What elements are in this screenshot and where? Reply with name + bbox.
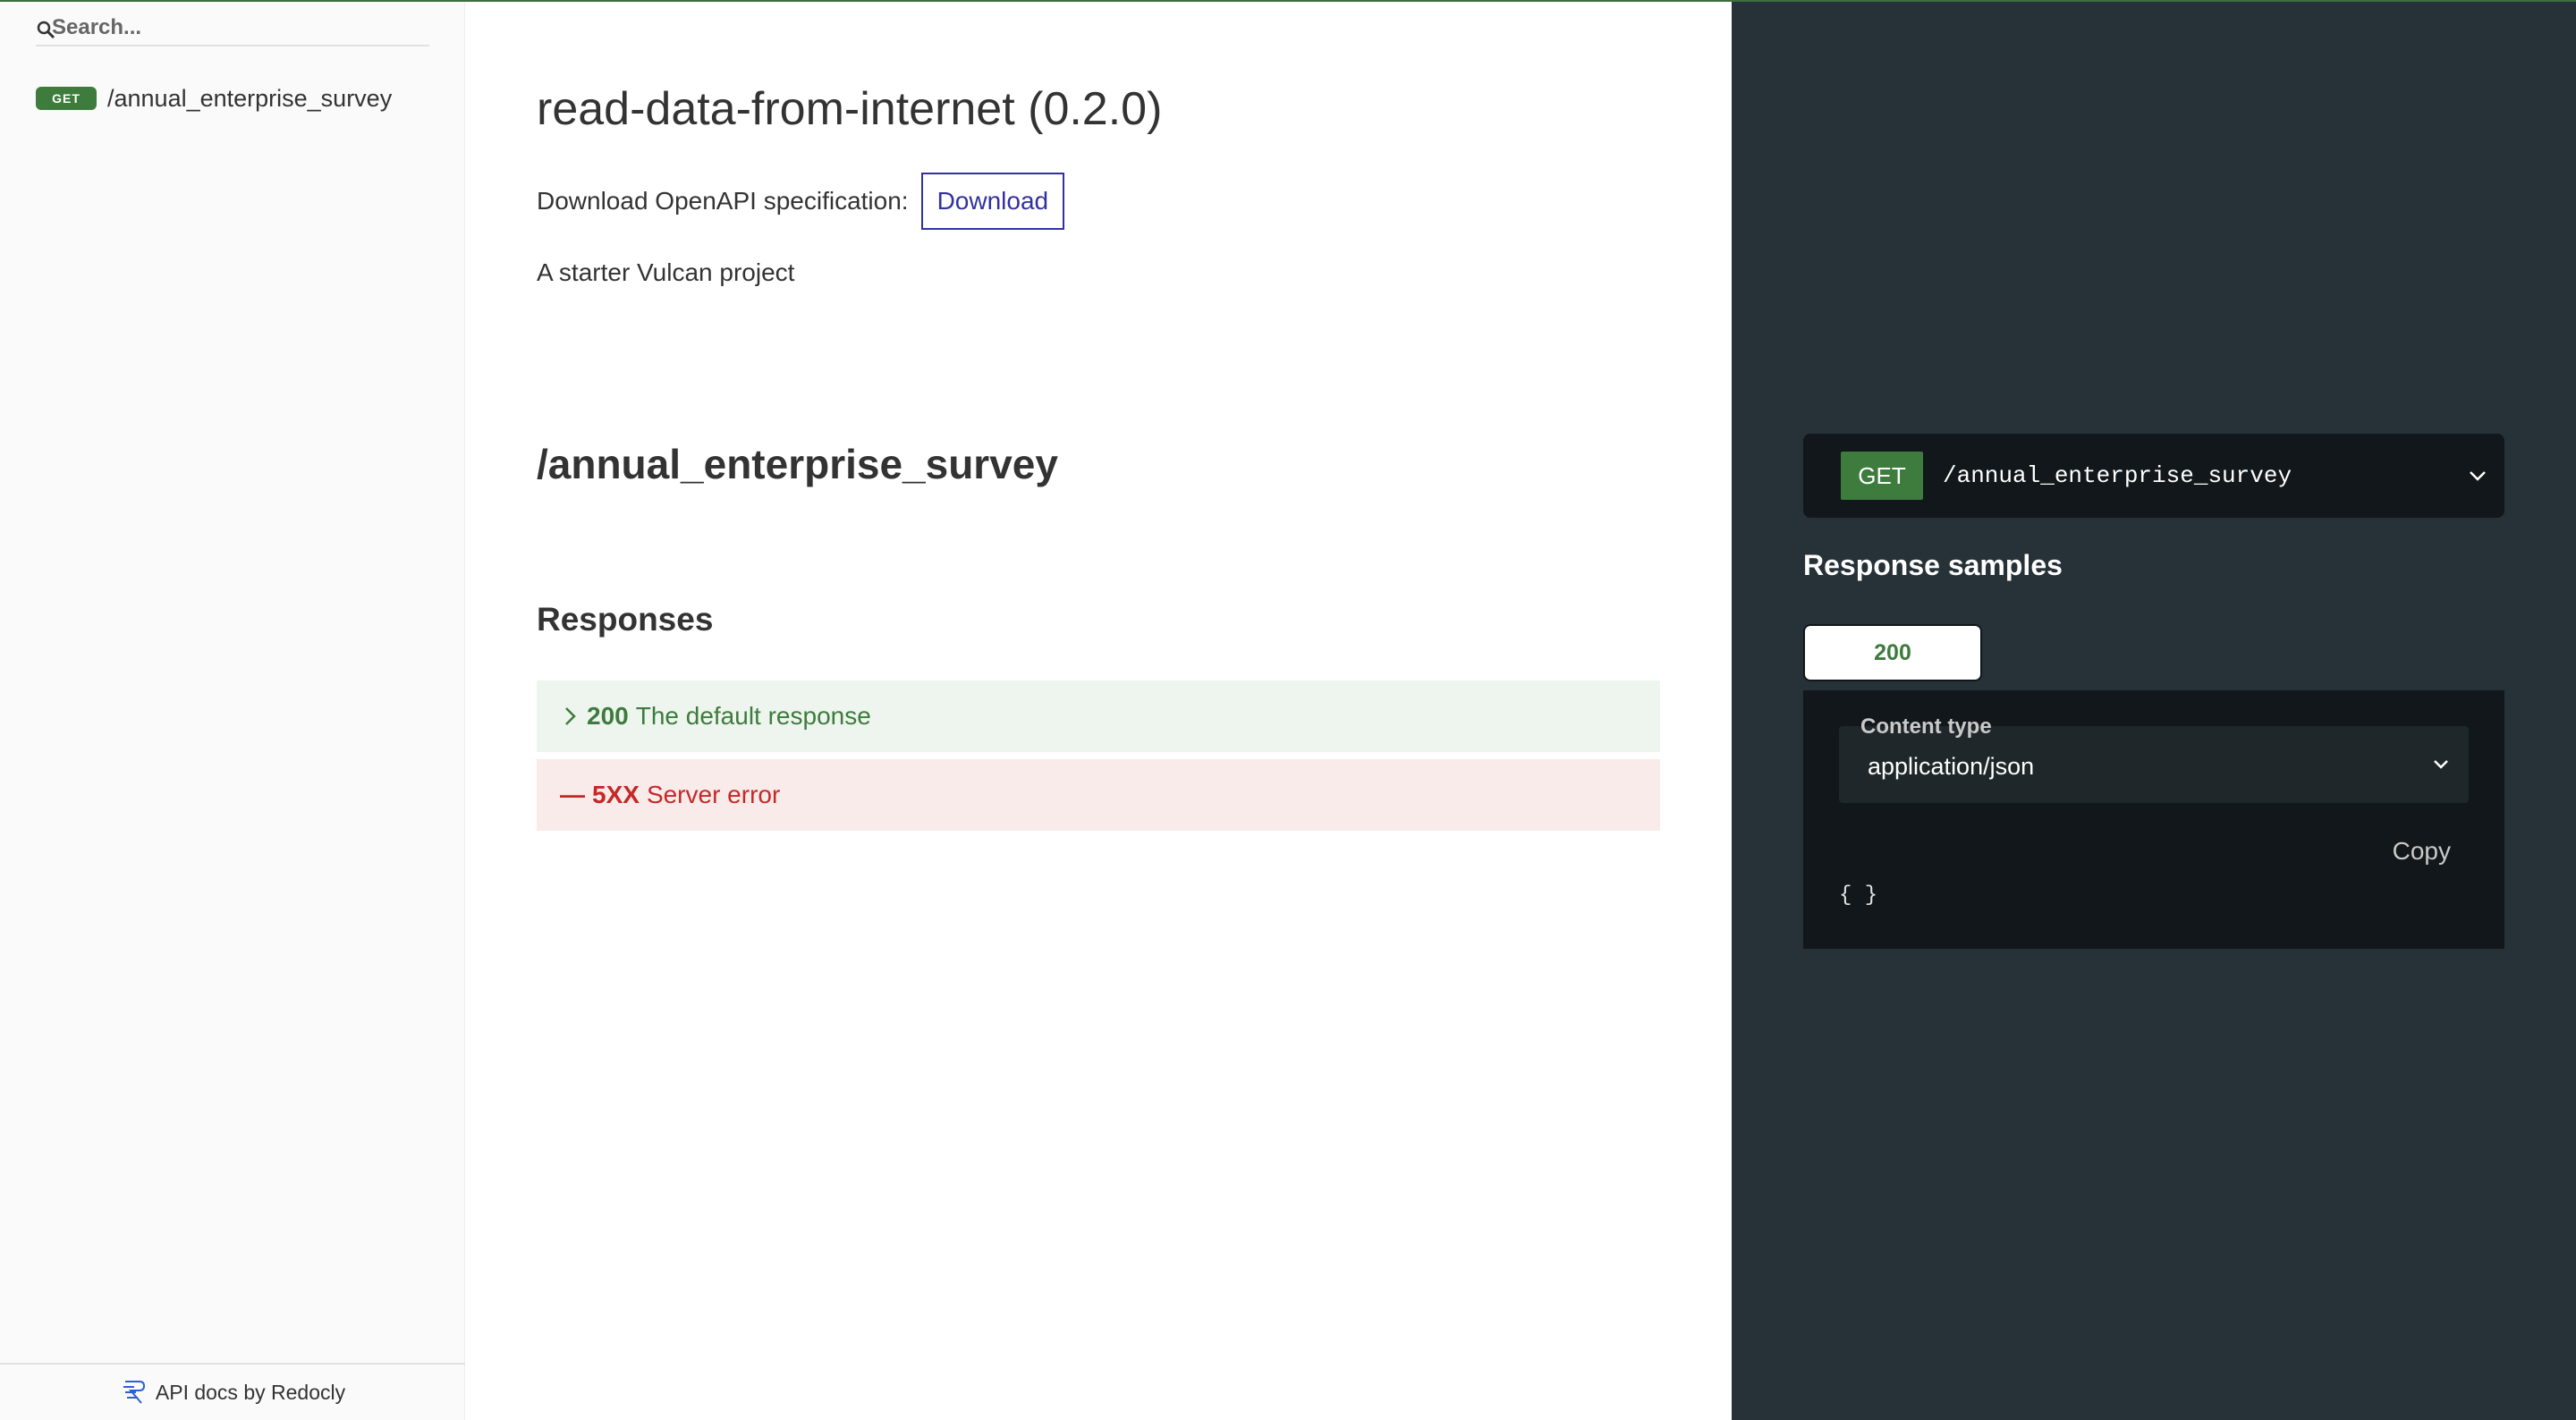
- response-samples-heading: Response samples: [1803, 549, 2063, 581]
- response-200-row[interactable]: 200 The default response: [537, 680, 1660, 752]
- dash-icon: —: [560, 781, 585, 808]
- operation-heading: /annual_enterprise_survey: [537, 441, 1058, 487]
- page-title: read-data-from-internet (0.2.0): [537, 83, 1163, 135]
- response-code: 200: [587, 702, 629, 730]
- sidebar: GET /annual_enterprise_survey API docs b…: [0, 0, 465, 1420]
- response-code: 5XX: [592, 781, 640, 808]
- redocly-footer-link[interactable]: API docs by Redocly: [0, 1363, 465, 1420]
- download-spec-label: Download OpenAPI specification:: [537, 187, 909, 215]
- responses-heading: Responses: [537, 601, 714, 638]
- sidebar-item-annual-enterprise-survey[interactable]: GET /annual_enterprise_survey: [36, 77, 392, 120]
- http-method-badge: GET: [1841, 452, 1923, 500]
- endpoint-path: /annual_enterprise_survey: [1943, 462, 2292, 489]
- right-panel: GET /annual_enterprise_survey Response s…: [1732, 0, 2576, 1420]
- download-spec-line: Download OpenAPI specification: Download: [537, 173, 1065, 230]
- top-accent-line: [0, 0, 2576, 2]
- response-description: Server error: [646, 781, 781, 808]
- redocly-logo-icon: [123, 1381, 145, 1404]
- main-content: read-data-from-internet (0.2.0) Download…: [465, 0, 1732, 1420]
- search-box: [36, 13, 429, 46]
- footer-text: API docs by Redocly: [155, 1380, 346, 1404]
- download-button[interactable]: Download: [920, 173, 1065, 230]
- chevron-down-icon: [2434, 760, 2448, 769]
- tab-200[interactable]: 200: [1803, 624, 1982, 681]
- response-sample-box: application/json Content type Copy { }: [1803, 690, 2504, 949]
- api-description: A starter Vulcan project: [537, 258, 795, 286]
- sidebar-item-label: /annual_enterprise_survey: [107, 84, 393, 112]
- copy-button[interactable]: Copy: [2393, 837, 2451, 866]
- chevron-down-icon: [2470, 471, 2486, 481]
- chevron-right-icon: [565, 707, 576, 725]
- content-type-label: Content type: [1860, 714, 1992, 739]
- get-method-badge: GET: [36, 87, 97, 110]
- response-description: The default response: [635, 702, 871, 730]
- search-input[interactable]: [52, 14, 428, 41]
- response-5xx-row[interactable]: — 5XX Server error: [537, 759, 1660, 831]
- json-sample: { }: [1839, 883, 1878, 908]
- content-type-value: application/json: [1868, 753, 2035, 780]
- endpoint-toggle[interactable]: GET /annual_enterprise_survey: [1803, 434, 2504, 518]
